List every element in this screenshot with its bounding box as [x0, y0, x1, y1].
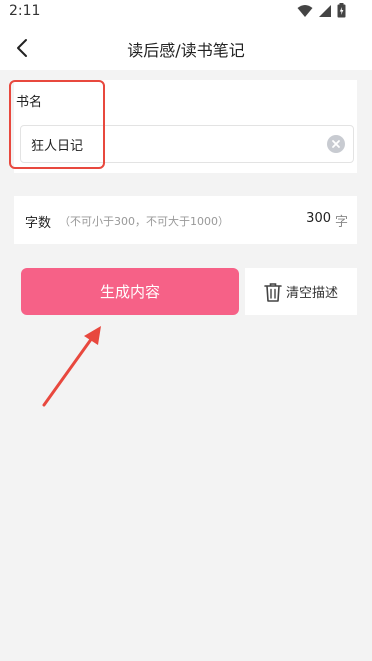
generate-content-button[interactable]: 生成内容	[21, 268, 239, 315]
word-count-hint: （不可小于300，不可大于1000）	[59, 215, 229, 228]
book-name-input[interactable]	[21, 126, 321, 162]
clear-input-button[interactable]	[327, 135, 345, 153]
word-count-unit: 字	[334, 215, 348, 230]
word-count-value[interactable]: 300	[306, 211, 331, 226]
page-title: 读后感/读书笔记	[127, 41, 245, 60]
battery-icon	[337, 2, 346, 22]
wifi-icon	[297, 3, 313, 22]
signal-icon	[318, 3, 332, 22]
book-name-field	[20, 125, 354, 163]
status-icons	[297, 2, 346, 22]
trash-icon	[264, 282, 282, 302]
status-time: 2:11	[9, 3, 41, 19]
book-name-card: 书名	[14, 80, 357, 173]
word-count-label: 字数	[25, 216, 52, 231]
nav-bar: 读后感/读书笔记	[0, 26, 372, 70]
status-bar: 2:11	[0, 0, 372, 26]
clear-description-label: 清空描述	[285, 286, 338, 301]
clear-circle-icon	[332, 140, 340, 148]
book-name-label: 书名	[16, 95, 43, 110]
word-count-card[interactable]: 字数 （不可小于300，不可大于1000） 300 字	[14, 196, 357, 244]
clear-description-button[interactable]: 清空描述	[245, 268, 357, 315]
